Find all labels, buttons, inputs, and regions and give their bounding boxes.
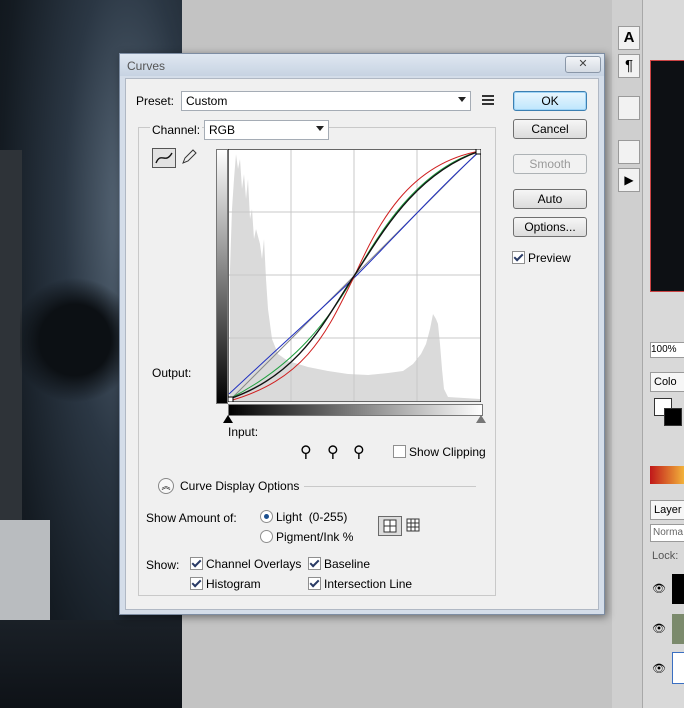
curve-endpoint-white[interactable] (475, 149, 481, 155)
smooth-button[interactable]: Smooth (513, 154, 587, 174)
input-gradient-bar (228, 404, 483, 416)
channel-overlays-checkbox[interactable] (190, 557, 203, 570)
preset-options-icon[interactable] (482, 95, 494, 105)
text-tool-icon[interactable]: A (618, 26, 640, 50)
preview-label: Preview (528, 251, 571, 265)
intersection-line-checkbox[interactable] (308, 577, 321, 590)
color-tab[interactable]: Colo (650, 372, 684, 392)
black-point-slider[interactable] (223, 415, 233, 423)
white-eyedropper-icon[interactable]: ⚲ (353, 442, 365, 462)
ground (0, 620, 182, 708)
section-divider (304, 486, 476, 487)
right-panels: A ¶ ▶ 100% Colo Layer Norma Lock: 👁 👁 👁 (612, 0, 684, 708)
detailed-grid-icon[interactable] (404, 516, 422, 534)
input-label: Input: (228, 425, 259, 439)
color-ramp[interactable] (650, 466, 684, 484)
intersection-line-label: Intersection Line (324, 577, 413, 591)
light-radio[interactable] (260, 510, 273, 523)
curve-display-options-label: Curve Display Options (180, 479, 300, 493)
layer-visibility-icon[interactable]: 👁 (652, 662, 666, 675)
show-amount-label: Show Amount of: (146, 511, 237, 525)
channel-overlays-label: Channel Overlays (206, 557, 302, 571)
channel-value: RGB (209, 123, 236, 137)
gray-eyedropper-icon[interactable]: ⚲ (327, 442, 339, 462)
zoom-readout[interactable]: 100% (650, 342, 684, 358)
play-icon[interactable]: ▶ (618, 168, 640, 192)
paragraph-tool-icon[interactable]: ¶ (618, 54, 640, 78)
preset-value: Custom (186, 94, 228, 108)
collapse-chevron-icon[interactable]: ︽ (158, 478, 174, 494)
chevron-down-icon (316, 126, 324, 131)
layer-thumbnail[interactable] (672, 574, 684, 604)
tree-silhouette (20, 270, 130, 410)
history-icon[interactable] (618, 96, 640, 120)
layer-visibility-icon[interactable]: 👁 (652, 622, 666, 635)
show-clipping-checkbox[interactable] (393, 445, 406, 458)
layer-thumbnail[interactable] (672, 652, 684, 684)
options-button[interactable]: Options... (513, 217, 587, 237)
layers-tab[interactable]: Layer (650, 500, 684, 520)
ruins-column (0, 150, 22, 570)
navigator-thumbnail (650, 60, 684, 292)
chevron-down-icon (458, 97, 466, 102)
black-eyedropper-icon[interactable]: ⚲ (300, 442, 312, 462)
curve-endpoint-black[interactable] (228, 396, 234, 402)
curve-point-tool-icon[interactable] (152, 148, 176, 168)
baseline-checkbox[interactable] (308, 557, 321, 570)
histogram-label: Histogram (206, 577, 261, 591)
close-button[interactable]: ✕ (565, 56, 601, 73)
dialog-titlebar[interactable]: Curves ✕ (120, 54, 604, 76)
lock-label: Lock: (652, 550, 679, 562)
channel-label: Channel: (150, 123, 203, 137)
blend-mode-select[interactable]: Norma (650, 524, 684, 542)
output-label: Output: (152, 366, 192, 380)
pencil-tool-icon[interactable] (180, 148, 198, 166)
simple-grid-icon[interactable] (378, 516, 402, 536)
histogram-checkbox[interactable] (190, 577, 203, 590)
background-swatch[interactable] (664, 408, 682, 426)
baseline-label: Baseline (324, 557, 371, 571)
layer-thumbnail[interactable] (672, 614, 684, 644)
preset-dropdown[interactable]: Custom (181, 91, 471, 111)
output-gradient-bar (216, 149, 228, 404)
light-radio-label: Light (0-255) (276, 510, 348, 524)
ruins-base (0, 520, 50, 630)
channel-dropdown[interactable]: RGB (204, 120, 329, 140)
preview-checkbox[interactable] (512, 251, 525, 264)
pigment-radio-label: Pigment/Ink % (276, 530, 354, 544)
pigment-radio[interactable] (260, 530, 273, 543)
auto-button[interactable]: Auto (513, 189, 587, 209)
actions-icon[interactable] (618, 140, 640, 164)
show-label: Show: (146, 558, 180, 572)
dialog-title: Curves (127, 59, 166, 73)
show-clipping-label: Show Clipping (409, 445, 486, 459)
curves-graph[interactable] (228, 149, 481, 402)
white-point-slider[interactable] (476, 415, 486, 423)
ok-button[interactable]: OK (513, 91, 587, 111)
layer-visibility-icon[interactable]: 👁 (652, 582, 666, 595)
cancel-button[interactable]: Cancel (513, 119, 587, 139)
preset-label: Preset: (136, 94, 175, 108)
